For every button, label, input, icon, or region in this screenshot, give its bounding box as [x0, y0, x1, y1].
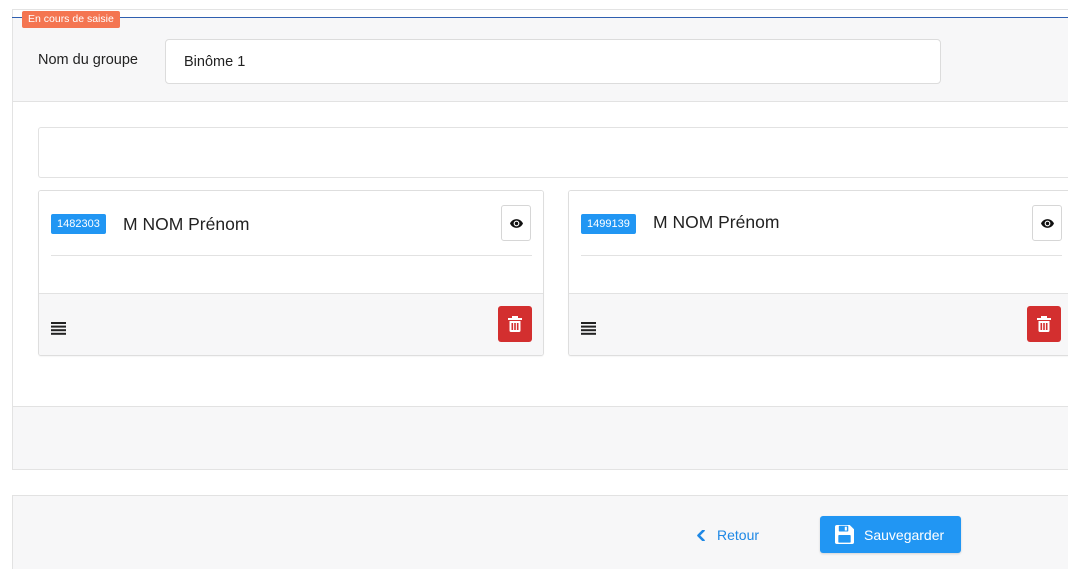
save-button-label: Sauvegarder — [864, 526, 945, 543]
fieldset-border-line — [12, 17, 1068, 18]
view-member-button[interactable] — [501, 205, 531, 241]
member-card-footer — [569, 293, 1068, 355]
list-icon[interactable] — [581, 322, 596, 335]
back-button-label: Retour — [717, 527, 760, 543]
member-id-badge: 1482303 — [51, 214, 106, 234]
member-search-area[interactable] — [38, 127, 1068, 178]
member-card: 1499139 M NOM Prénom — [568, 190, 1068, 356]
floppy-disk-icon — [835, 525, 854, 544]
member-card-footer — [39, 293, 543, 355]
back-button[interactable]: Retour — [697, 524, 759, 546]
member-card-header: 1482303 M NOM Prénom — [39, 191, 543, 293]
eye-icon — [1040, 218, 1054, 228]
page: En cours de saisie Nom du groupe 1482303… — [0, 0, 1068, 569]
status-badge: En cours de saisie — [22, 11, 120, 28]
eye-icon — [509, 218, 523, 228]
group-name-input[interactable] — [165, 39, 941, 84]
card-footer-area — [13, 407, 1068, 469]
chevron-left-icon — [697, 529, 705, 541]
trash-icon — [508, 316, 522, 332]
save-button[interactable]: Sauvegarder — [820, 516, 961, 553]
list-icon[interactable] — [51, 322, 66, 335]
delete-member-button[interactable] — [1027, 306, 1061, 342]
view-member-button[interactable] — [1032, 205, 1062, 241]
member-name: M NOM Prénom — [653, 212, 780, 232]
member-card-header: 1499139 M NOM Prénom — [569, 191, 1068, 293]
member-card: 1482303 M NOM Prénom — [38, 190, 544, 356]
member-card-divider — [51, 255, 532, 256]
member-name: M NOM Prénom — [123, 214, 250, 234]
delete-member-button[interactable] — [498, 306, 532, 342]
trash-icon — [1037, 316, 1051, 332]
member-card-divider — [581, 255, 1062, 256]
group-name-label: Nom du groupe — [38, 52, 138, 68]
member-id-badge: 1499139 — [581, 214, 636, 234]
